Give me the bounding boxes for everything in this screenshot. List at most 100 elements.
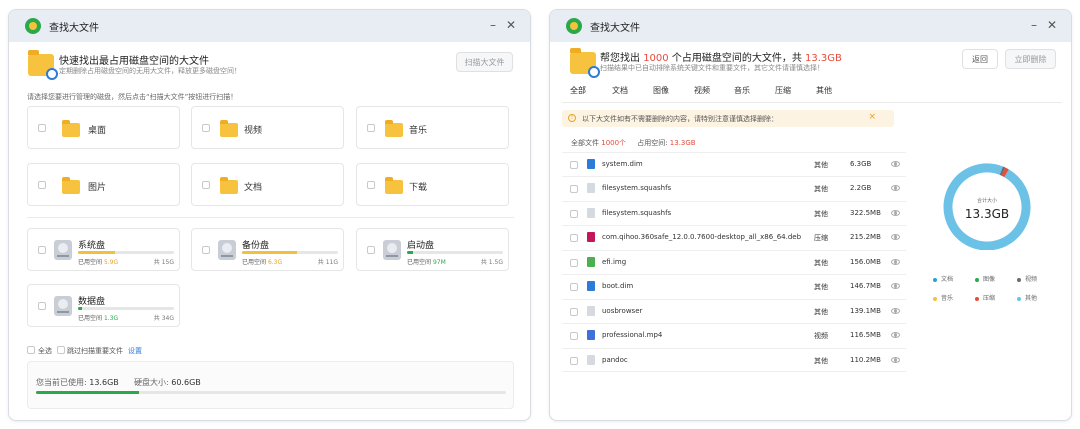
file-name: filesystem.squashfs	[602, 184, 672, 192]
skip-important-checkbox[interactable]	[57, 346, 65, 354]
table-row[interactable]: filesystem.squashfs 其他 2.2GB	[562, 176, 906, 200]
tab-music[interactable]: 音乐	[734, 85, 750, 96]
file-size: 139.1MB	[850, 307, 881, 315]
preview-eye-icon[interactable]	[891, 161, 900, 167]
table-row[interactable]: efi.img 其他 156.0MB	[562, 250, 906, 274]
header-title: 快速找出最占用磁盘空间的大文件	[59, 56, 209, 67]
scan-window: 查找大文件 – ✕ 快速找出最占用磁盘空间的大文件 定期删除占用磁盘空间的无用大…	[8, 9, 531, 421]
category-checkbox[interactable]	[38, 181, 46, 189]
disk-usage-fill	[242, 251, 297, 254]
disk-card-backup[interactable]: 备份盘 已用空间 6.3G 共 11G	[191, 228, 344, 271]
row-checkbox[interactable]	[570, 161, 578, 169]
disk-usage-summary: 您当前已使用: 13.6GB 硬盘大小: 60.6GB	[27, 361, 514, 409]
preview-eye-icon[interactable]	[891, 234, 900, 240]
category-card-documents[interactable]: 文档	[191, 163, 344, 206]
file-type: 其他	[814, 185, 828, 193]
preview-eye-icon[interactable]	[891, 357, 900, 363]
total-usage-fill	[36, 391, 140, 394]
notice-close-icon[interactable]: ×	[868, 112, 876, 122]
hard-disk-icon	[54, 296, 72, 316]
tab-images[interactable]: 图像	[653, 85, 669, 96]
row-checkbox[interactable]	[570, 234, 578, 242]
disk-checkbox[interactable]	[202, 246, 210, 254]
preview-eye-icon[interactable]	[891, 210, 900, 216]
disk-card-boot[interactable]: 启动盘 已用空间 97M 共 1.5G	[356, 228, 509, 271]
preview-eye-icon[interactable]	[891, 308, 900, 314]
disk-usage-bar	[242, 251, 338, 254]
hard-disk-icon	[54, 240, 72, 260]
row-checkbox[interactable]	[570, 210, 578, 218]
category-checkbox[interactable]	[38, 124, 46, 132]
category-checkbox[interactable]	[367, 181, 375, 189]
disk-checkbox[interactable]	[38, 246, 46, 254]
delete-now-button[interactable]: 立即删除	[1005, 49, 1056, 69]
header-subtitle: 定期删除占用磁盘空间的无用大文件，释放更多磁盘空间！	[59, 67, 241, 75]
close-button[interactable]: ✕	[506, 18, 516, 32]
file-type: 视频	[814, 332, 828, 340]
tab-videos[interactable]: 视频	[694, 85, 710, 96]
table-row[interactable]: filesystem.squashfs 其他 322.5MB	[562, 201, 906, 225]
tab-all[interactable]: 全部	[570, 85, 586, 96]
file-name: pandoc	[602, 356, 628, 364]
category-checkbox[interactable]	[367, 124, 375, 132]
donut-value: 13.3GB	[965, 207, 1009, 221]
disk-name: 备份盘	[242, 241, 270, 251]
disk-card-system[interactable]: 系统盘 已用空间 5.9G 共 15G	[27, 228, 180, 271]
table-row[interactable]: boot.dim 其他 146.7MB	[562, 274, 906, 298]
category-checkbox[interactable]	[202, 124, 210, 132]
preview-eye-icon[interactable]	[891, 332, 900, 338]
preview-eye-icon[interactable]	[891, 283, 900, 289]
preview-eye-icon[interactable]	[891, 185, 900, 191]
legend-item-documents: 文档	[933, 274, 953, 283]
category-checkbox[interactable]	[202, 181, 210, 189]
preview-eye-icon[interactable]	[891, 259, 900, 265]
category-card-desktop[interactable]: 桌面	[27, 106, 180, 149]
settings-link[interactable]: 设置	[128, 346, 142, 356]
row-checkbox[interactable]	[570, 259, 578, 267]
category-card-video[interactable]: 视频	[191, 106, 344, 149]
table-row[interactable]: system.dim 其他 6.3GB	[562, 152, 906, 176]
table-row[interactable]: professional.mp4 视频 116.5MB	[562, 323, 906, 347]
tab-archives[interactable]: 压缩	[775, 85, 791, 96]
row-checkbox[interactable]	[570, 185, 578, 193]
disk-total-text: 共 1.5G	[480, 259, 503, 266]
table-row[interactable]: com.qihoo.360safe_12.0.0.7600-desktop_al…	[562, 225, 906, 249]
row-checkbox[interactable]	[570, 283, 578, 291]
row-checkbox[interactable]	[570, 357, 578, 365]
legend-item-images: 图像	[975, 274, 995, 283]
current-usage-text: 您当前已使用: 13.6GB	[36, 378, 119, 387]
disk-card-data[interactable]: 数据盘 已用空间 1.3G 共 34G	[27, 284, 180, 327]
info-icon: !	[568, 114, 576, 122]
file-type-icon	[587, 232, 595, 242]
large-file-folder-icon	[28, 50, 58, 80]
category-card-pictures[interactable]: 图片	[27, 163, 180, 206]
skip-important-label: 跳过扫描重要文件	[67, 347, 123, 355]
disk-used-text: 已用空间 1.3G	[78, 315, 119, 322]
disk-used-text: 已用空间 5.9G	[78, 259, 119, 266]
tab-others[interactable]: 其他	[816, 85, 832, 96]
scan-large-files-button[interactable]: 扫描大文件	[456, 52, 513, 72]
file-type: 其他	[814, 259, 828, 267]
table-row[interactable]: uosbrowser 其他 139.1MB	[562, 299, 906, 323]
minimize-button[interactable]: –	[1031, 18, 1037, 32]
category-card-downloads[interactable]: 下载	[356, 163, 509, 206]
row-checkbox[interactable]	[570, 332, 578, 340]
close-button[interactable]: ✕	[1047, 18, 1057, 32]
documents-folder-icon	[220, 177, 238, 194]
file-name: boot.dim	[602, 282, 634, 290]
file-type: 其他	[814, 308, 828, 316]
disk-checkbox[interactable]	[367, 246, 375, 254]
disk-checkbox[interactable]	[38, 302, 46, 310]
window-title: 查找大文件	[49, 22, 99, 34]
tab-documents[interactable]: 文档	[612, 85, 628, 96]
results-title: 帮您找出 1000 个占用磁盘空间的大文件，共 13.3GB	[600, 53, 842, 64]
back-button[interactable]: 返回	[962, 49, 998, 69]
app-logo-icon	[25, 18, 41, 34]
category-label: 视频	[244, 126, 263, 136]
table-row[interactable]: pandoc 其他 110.2MB	[562, 348, 906, 372]
row-checkbox[interactable]	[570, 308, 578, 316]
minimize-button[interactable]: –	[490, 18, 496, 32]
select-all-checkbox[interactable]	[27, 346, 35, 354]
category-label: 文档	[244, 183, 263, 193]
category-card-music[interactable]: 音乐	[356, 106, 509, 149]
